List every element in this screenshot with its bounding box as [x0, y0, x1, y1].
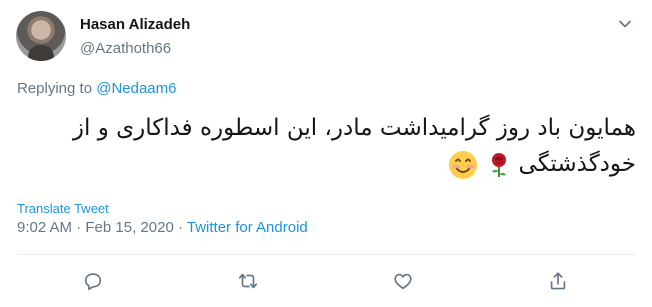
- avatar[interactable]: [16, 11, 66, 61]
- share-icon: [550, 272, 566, 290]
- translate-tweet-link[interactable]: Translate Tweet: [17, 201, 109, 216]
- like-button[interactable]: [386, 264, 420, 298]
- tweet-source-link[interactable]: Twitter for Android: [187, 219, 308, 236]
- more-options-button[interactable]: [615, 14, 635, 34]
- tweet-text: همایون باد روز گرامیداشت مادر، این اسطور…: [26, 110, 636, 182]
- replying-to: Replying to @Nedaam6: [17, 80, 177, 97]
- tweet-time[interactable]: 9:02 AM: [17, 219, 72, 236]
- retweet-button[interactable]: [231, 264, 265, 298]
- replying-to-label: Replying to: [17, 80, 97, 97]
- user-handle[interactable]: @Azathoth66: [80, 40, 171, 57]
- share-button[interactable]: [541, 264, 575, 298]
- meta-separator: ·: [72, 219, 86, 236]
- smiling-face-icon: [448, 150, 477, 179]
- tweet-date[interactable]: Feb 15, 2020: [85, 219, 173, 236]
- rose-emoji-icon: [492, 152, 507, 177]
- meta-separator: ·: [173, 219, 187, 236]
- display-name[interactable]: Hasan Alizadeh: [80, 16, 190, 33]
- reply-button[interactable]: [76, 264, 110, 298]
- divider: [17, 254, 635, 255]
- tweet-actions: [0, 264, 652, 298]
- chevron-down-icon: [619, 20, 631, 28]
- reply-mention-link[interactable]: @Nedaam6: [96, 80, 176, 97]
- tweet-body: همایون باد روز گرامیداشت مادر، این اسطور…: [72, 115, 636, 177]
- tweet-meta: 9:02 AM · Feb 15, 2020 · Twitter for And…: [17, 219, 308, 236]
- like-icon: [394, 273, 412, 290]
- retweet-icon: [238, 273, 258, 289]
- reply-icon: [84, 273, 102, 291]
